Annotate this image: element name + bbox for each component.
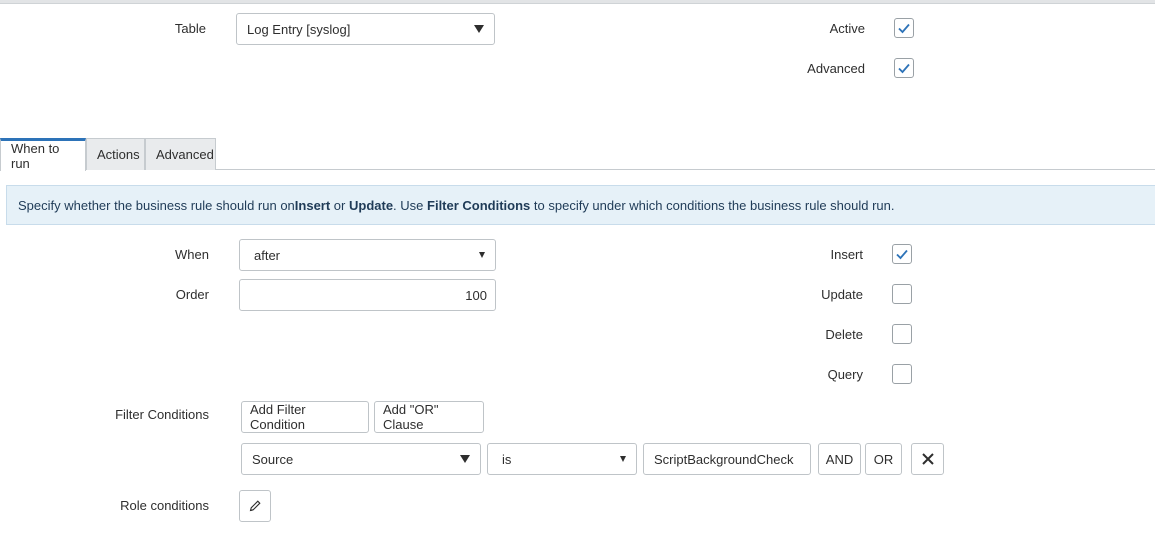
condition-value: ScriptBackgroundCheck bbox=[654, 451, 794, 467]
info-filter-conditions: Filter Conditions bbox=[427, 197, 531, 213]
when-select[interactable]: after bbox=[239, 239, 496, 271]
table-select[interactable]: Log Entry [syslog] bbox=[236, 13, 495, 45]
add-or-clause-button[interactable]: Add "OR" Clause bbox=[374, 401, 484, 433]
update-label: Update bbox=[821, 287, 863, 302]
check-icon bbox=[898, 63, 910, 74]
insert-checkbox[interactable] bbox=[892, 244, 912, 264]
query-label: Query bbox=[827, 367, 863, 382]
condition-field-select[interactable]: Source bbox=[241, 443, 481, 475]
order-label: Order bbox=[175, 287, 209, 302]
role-conditions-label: Role conditions bbox=[120, 498, 209, 513]
insert-label: Insert bbox=[830, 247, 863, 262]
advanced-checkbox[interactable] bbox=[894, 58, 914, 78]
tab-bar: When to run Actions Advanced bbox=[0, 138, 1155, 171]
triangle-down-icon bbox=[479, 252, 485, 258]
tab-actions[interactable]: Actions bbox=[86, 138, 145, 170]
tab-advanced[interactable]: Advanced bbox=[145, 138, 216, 170]
top-border bbox=[0, 0, 1155, 4]
query-checkbox[interactable] bbox=[892, 364, 912, 384]
info-text-or: or bbox=[330, 197, 349, 213]
add-filter-condition-button[interactable]: Add Filter Condition bbox=[241, 401, 369, 433]
table-label: Table bbox=[174, 21, 206, 36]
edit-role-conditions-button[interactable] bbox=[239, 490, 271, 522]
info-text: Specify whether the business rule should… bbox=[18, 197, 295, 213]
condition-field-value: Source bbox=[252, 451, 294, 467]
condition-operator-value: is bbox=[502, 451, 512, 467]
info-text: . Use bbox=[393, 197, 428, 213]
info-text: to specify under which conditions the bu… bbox=[530, 197, 895, 213]
x-icon bbox=[921, 453, 934, 465]
tab-when-to-run[interactable]: When to run bbox=[0, 138, 86, 171]
advanced-label: Advanced bbox=[807, 61, 865, 76]
info-insert: Insert bbox=[294, 197, 331, 213]
condition-value-input[interactable]: ScriptBackgroundCheck bbox=[643, 443, 811, 475]
remove-condition-button[interactable] bbox=[911, 443, 944, 475]
update-checkbox[interactable] bbox=[892, 284, 912, 304]
pencil-icon bbox=[249, 500, 261, 512]
filter-conditions-label: Filter Conditions bbox=[115, 407, 209, 422]
info-message: Specify whether the business rule should… bbox=[6, 185, 1155, 225]
info-update: Update bbox=[348, 197, 394, 213]
delete-checkbox[interactable] bbox=[892, 324, 912, 344]
order-value: 100 bbox=[465, 287, 487, 303]
when-select-value: after bbox=[254, 247, 281, 263]
check-icon bbox=[898, 23, 910, 34]
active-checkbox[interactable] bbox=[894, 18, 914, 38]
triangle-down-icon bbox=[460, 455, 470, 463]
active-label: Active bbox=[829, 21, 865, 36]
order-input[interactable]: 100 bbox=[239, 279, 496, 311]
when-label: When bbox=[175, 247, 209, 262]
delete-label: Delete bbox=[825, 327, 863, 342]
table-select-value: Log Entry [syslog] bbox=[247, 21, 351, 37]
check-icon bbox=[896, 249, 908, 260]
triangle-down-icon bbox=[620, 456, 626, 462]
triangle-down-icon bbox=[474, 25, 484, 33]
or-button[interactable]: OR bbox=[865, 443, 902, 475]
and-button[interactable]: AND bbox=[818, 443, 861, 475]
condition-operator-select[interactable]: is bbox=[487, 443, 637, 475]
